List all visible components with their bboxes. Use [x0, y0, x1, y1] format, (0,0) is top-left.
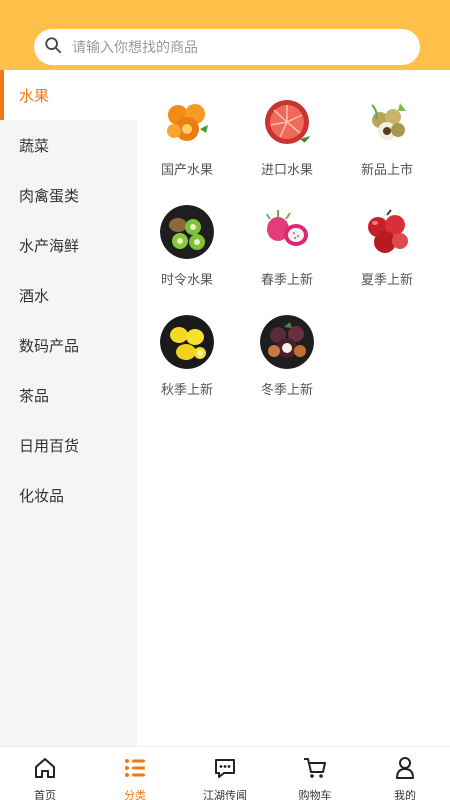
home-icon: [32, 755, 58, 785]
search-icon: [44, 36, 62, 58]
profile-icon: [392, 755, 418, 785]
search-placeholder: 请输入你想找的商品: [72, 40, 198, 56]
sidebar-item-label: 肉禽蛋类: [19, 186, 80, 205]
sidebar-item-label: 水产海鲜: [19, 236, 80, 255]
sidebar-item-cosmetics[interactable]: 化妆品: [0, 470, 137, 520]
sidebar-item-tea[interactable]: 茶品: [0, 370, 137, 420]
tab-rumors[interactable]: 江湖传闻: [180, 747, 270, 800]
category-sidebar: 水果 蔬菜 肉禽蛋类 水产海鲜 酒水 数码产品 茶品 日用百货 化妆品: [0, 70, 137, 746]
sidebar-item-label: 数码产品: [19, 336, 80, 355]
search-input[interactable]: 请输入你想找的商品: [34, 29, 420, 65]
orange-fruit-icon: [160, 95, 214, 149]
tab-label: 分类: [124, 789, 146, 800]
sidebar-item-daily-goods[interactable]: 日用百货: [0, 420, 137, 470]
subcategory-winter-new[interactable]: 冬季上新: [237, 315, 337, 415]
dragon-fruit-icon: [260, 205, 314, 259]
sidebar-item-vegetables[interactable]: 蔬菜: [0, 120, 137, 170]
subcategory-label: 秋季上新: [160, 383, 213, 398]
sidebar-item-drinks[interactable]: 酒水: [0, 270, 137, 320]
subcategory-label: 时令水果: [160, 273, 213, 288]
sidebar-item-label: 化妆品: [19, 486, 65, 505]
subcategory-label: 进口水果: [260, 163, 313, 178]
longan-fruit-icon: [360, 95, 414, 149]
header-bar: 请输入你想找的商品: [0, 0, 450, 70]
sidebar-item-label: 酒水: [19, 286, 50, 305]
subcategory-domestic-fruit[interactable]: 国产水果: [137, 95, 237, 195]
subcategory-spring-new[interactable]: 春季上新: [237, 205, 337, 305]
category-content: 国产水果 进口水果 新品上市 时令水果 春季上新 夏季上新 秋季上新 冬季上新: [137, 70, 450, 746]
tab-label: 江湖传闻: [203, 789, 247, 800]
category-list-icon: [122, 755, 148, 785]
subcategory-label: 新品上市: [360, 163, 413, 178]
grapefruit-icon: [260, 95, 314, 149]
kiwi-fruit-icon: [160, 205, 214, 259]
sidebar-item-fruit[interactable]: 水果: [0, 70, 137, 120]
sidebar-item-seafood[interactable]: 水产海鲜: [0, 220, 137, 270]
tab-label: 我的: [394, 789, 416, 800]
tab-cart[interactable]: 购物车: [270, 747, 360, 800]
bottom-tab-bar: 首页 分类 江湖传闻 购物车 我的: [0, 746, 450, 800]
cart-icon: [302, 755, 328, 785]
subcategory-label: 春季上新: [260, 273, 313, 288]
tab-label: 首页: [34, 789, 56, 800]
subcategory-label: 夏季上新: [360, 273, 413, 288]
lemon-fruit-icon: [160, 315, 214, 369]
subcategory-autumn-new[interactable]: 秋季上新: [137, 315, 237, 415]
subcategory-seasonal-fruit[interactable]: 时令水果: [137, 205, 237, 305]
red-apple-icon: [360, 205, 414, 259]
sidebar-item-label: 日用百货: [19, 436, 80, 455]
subcategory-imported-fruit[interactable]: 进口水果: [237, 95, 337, 195]
chat-bubble-icon: [212, 755, 238, 785]
sidebar-item-meat-poultry-eggs[interactable]: 肉禽蛋类: [0, 170, 137, 220]
subcategory-label: 冬季上新: [260, 383, 313, 398]
tab-home[interactable]: 首页: [0, 747, 90, 800]
subcategory-summer-new[interactable]: 夏季上新: [337, 205, 437, 305]
sidebar-item-label: 水果: [19, 86, 50, 105]
subcategory-label: 国产水果: [160, 163, 213, 178]
tab-category[interactable]: 分类: [90, 747, 180, 800]
tab-label: 购物车: [298, 789, 332, 800]
sidebar-item-digital[interactable]: 数码产品: [0, 320, 137, 370]
sidebar-item-label: 茶品: [19, 386, 50, 405]
subcategory-new-arrivals[interactable]: 新品上市: [337, 95, 437, 195]
mangosteen-icon: [260, 315, 314, 369]
tab-profile[interactable]: 我的: [360, 747, 450, 800]
sidebar-item-label: 蔬菜: [19, 136, 50, 155]
